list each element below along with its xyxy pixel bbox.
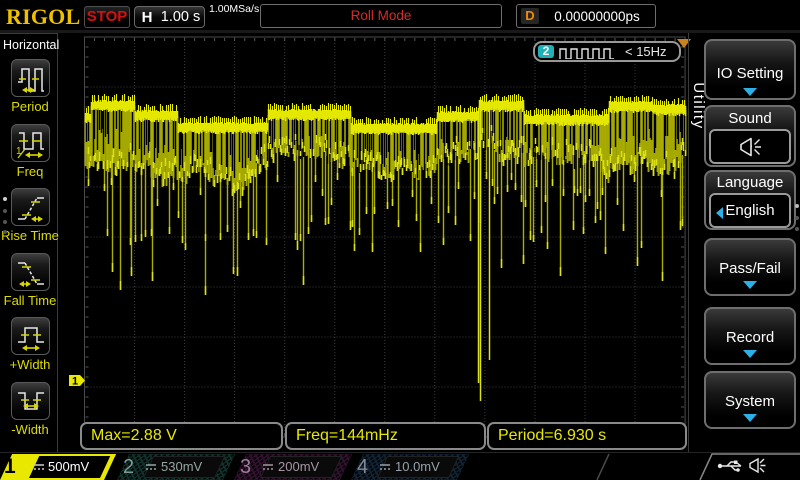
svg-text:1: 1 bbox=[72, 376, 78, 388]
svg-text:1: 1 bbox=[16, 146, 22, 157]
